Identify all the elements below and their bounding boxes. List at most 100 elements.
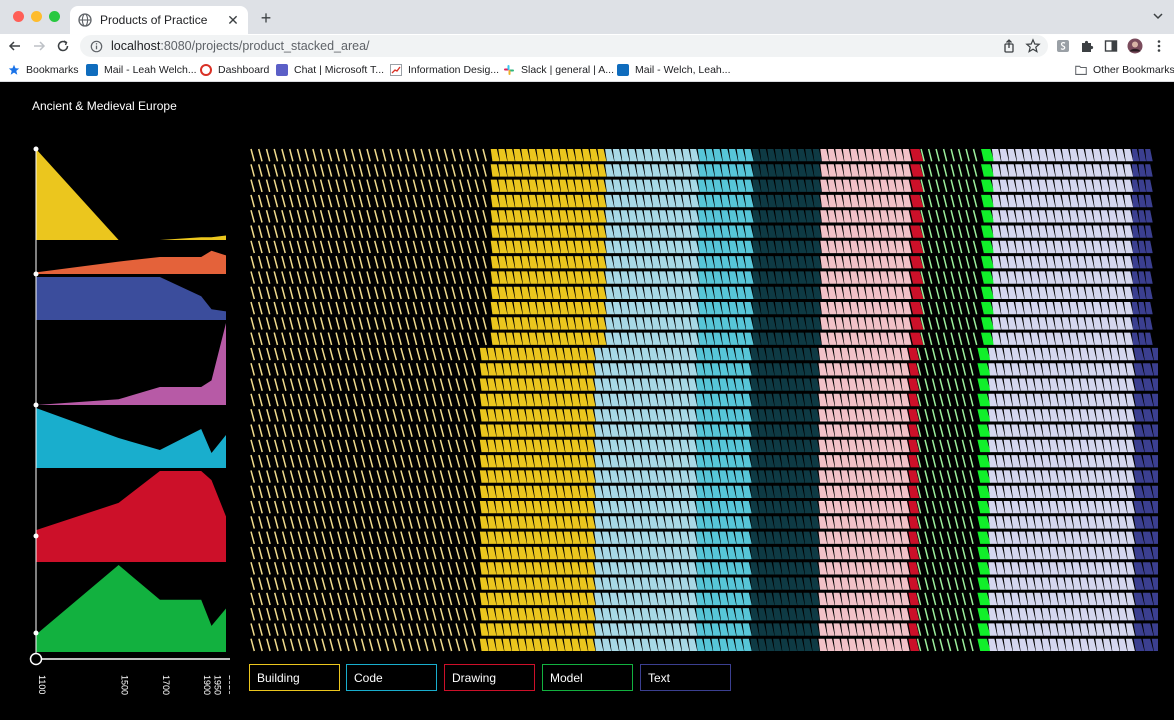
pattern-cell-2 — [617, 608, 627, 621]
pattern-cell-9 — [999, 317, 1009, 330]
extension-s-icon[interactable] — [1055, 38, 1071, 54]
close-tab-icon[interactable]: ✕ — [226, 12, 240, 29]
pattern-cell-1 — [487, 623, 497, 636]
pattern-cell-1 — [495, 378, 504, 391]
pattern-cell-9 — [1018, 378, 1028, 391]
pattern-cell-3 — [727, 623, 737, 636]
reload-icon[interactable] — [55, 38, 71, 54]
minimize-window-button[interactable] — [31, 11, 42, 22]
pattern-cell-5 — [827, 302, 837, 315]
pattern-stroke-0 — [420, 164, 426, 177]
pattern-stroke-0 — [482, 286, 487, 300]
pattern-stroke-7 — [969, 638, 974, 652]
pattern-stroke-0 — [250, 210, 256, 223]
chevron-down-icon[interactable] — [1150, 8, 1166, 24]
pattern-cell-1 — [479, 546, 489, 560]
pattern-stroke-0 — [482, 148, 487, 162]
pattern-cell-5 — [893, 501, 903, 514]
legend-model[interactable]: Model — [542, 664, 633, 691]
pattern-cell-4 — [810, 516, 820, 529]
pattern-cell-9 — [1030, 256, 1040, 269]
pattern-stroke-7 — [931, 454, 937, 468]
timeline-node[interactable] — [33, 533, 39, 539]
pattern-cell-3 — [736, 256, 746, 269]
pattern-cell-5 — [865, 317, 874, 330]
pattern-stroke-0 — [250, 225, 256, 238]
legend-text[interactable]: Text — [640, 664, 731, 691]
pattern-stroke-0 — [366, 255, 371, 269]
legend-drawing[interactable]: Drawing — [444, 664, 535, 691]
pattern-cell-1 — [495, 592, 504, 606]
pattern-stroke-0 — [273, 546, 279, 560]
pattern-cell-1 — [525, 501, 535, 514]
star-icon[interactable] — [1025, 38, 1041, 54]
pattern-cell-9 — [1095, 347, 1105, 361]
legend-building[interactable]: Building — [249, 664, 340, 691]
pattern-stroke-0 — [258, 592, 263, 606]
legend-code[interactable]: Code — [346, 664, 437, 691]
address-bar[interactable]: localhost:8080/projects/product_stacked_… — [80, 35, 1048, 57]
pattern-stroke-0 — [412, 255, 418, 269]
pattern-stroke-0 — [431, 531, 437, 545]
mini-area-2 — [36, 277, 226, 320]
forward-arrow-icon[interactable] — [31, 38, 47, 54]
profile-avatar[interactable] — [1127, 38, 1143, 54]
pattern-cell-9 — [1080, 516, 1089, 529]
pattern-stroke-0 — [257, 210, 263, 223]
pattern-cell-4 — [797, 256, 807, 269]
timeline-node[interactable] — [33, 271, 39, 277]
pattern-stroke-7 — [931, 516, 937, 529]
pattern-cell-4 — [795, 531, 805, 544]
pattern-cell-3 — [697, 317, 707, 330]
pattern-cell-4 — [767, 179, 777, 192]
share-icon[interactable] — [1001, 38, 1017, 54]
pattern-cell-2 — [602, 347, 612, 361]
pattern-cell-9 — [1069, 256, 1079, 269]
pattern-cell-9 — [1064, 409, 1074, 422]
pattern-cell-4 — [750, 592, 760, 606]
bookmark-dashboard[interactable]: Dashboard — [200, 62, 269, 78]
pattern-cell-9 — [1046, 286, 1056, 299]
bookmark-chat-teams[interactable]: Chat | Microsoft T... — [276, 62, 384, 78]
other-bookmarks[interactable]: Other Bookmarks — [1075, 62, 1174, 78]
kebab-menu-icon[interactable] — [1151, 38, 1167, 54]
sidebar-icon[interactable] — [1103, 38, 1119, 54]
pattern-stroke-0 — [304, 332, 310, 346]
info-icon[interactable] — [90, 40, 103, 53]
pattern-cell-9 — [1057, 347, 1067, 361]
pattern-stroke-0 — [428, 255, 433, 269]
time-slider-handle[interactable] — [29, 652, 43, 666]
pattern-stroke-0 — [463, 409, 469, 422]
pattern-cell-9 — [1030, 179, 1040, 192]
pattern-cell-5 — [895, 179, 904, 192]
pattern-stroke-7 — [939, 577, 944, 590]
pattern-stroke-0 — [376, 485, 382, 499]
pattern-cell-9 — [1077, 240, 1087, 254]
pattern-stroke-0 — [352, 607, 358, 621]
back-arrow-icon[interactable] — [7, 38, 23, 54]
browser-tab[interactable]: Products of Practice ✕ — [70, 6, 248, 34]
maximize-window-button[interactable] — [49, 11, 60, 22]
pattern-stroke-7 — [935, 317, 940, 330]
bookmark-mail-leah[interactable]: Mail - Leah Welch... — [86, 62, 197, 78]
timeline-node[interactable] — [33, 146, 39, 152]
pattern-cell-1 — [510, 638, 520, 651]
timeline-node[interactable] — [33, 630, 39, 636]
puzzle-icon[interactable] — [1079, 38, 1095, 54]
pattern-stroke-0 — [447, 363, 453, 376]
pattern-stroke-0 — [360, 424, 366, 437]
pattern-cell-2 — [656, 455, 666, 468]
pattern-cell-1 — [556, 623, 565, 636]
close-window-button[interactable] — [13, 11, 24, 22]
timeline-node[interactable] — [33, 402, 39, 408]
pattern-cell-5 — [835, 317, 844, 330]
new-tab-button[interactable]: + — [257, 8, 275, 28]
pattern-cell-2 — [659, 194, 669, 208]
pattern-cell-4 — [752, 210, 762, 223]
bookmark-information-design[interactable]: Information Desig... — [390, 62, 499, 78]
pattern-cell-4 — [758, 562, 767, 575]
pattern-stroke-0 — [397, 286, 402, 300]
bookmark-bookmarks[interactable]: Bookmarks — [8, 62, 79, 78]
bookmark-mail-welch[interactable]: Mail - Welch, Leah... — [617, 62, 731, 78]
bookmark-slack-general[interactable]: Slack | general | A... — [503, 62, 614, 78]
